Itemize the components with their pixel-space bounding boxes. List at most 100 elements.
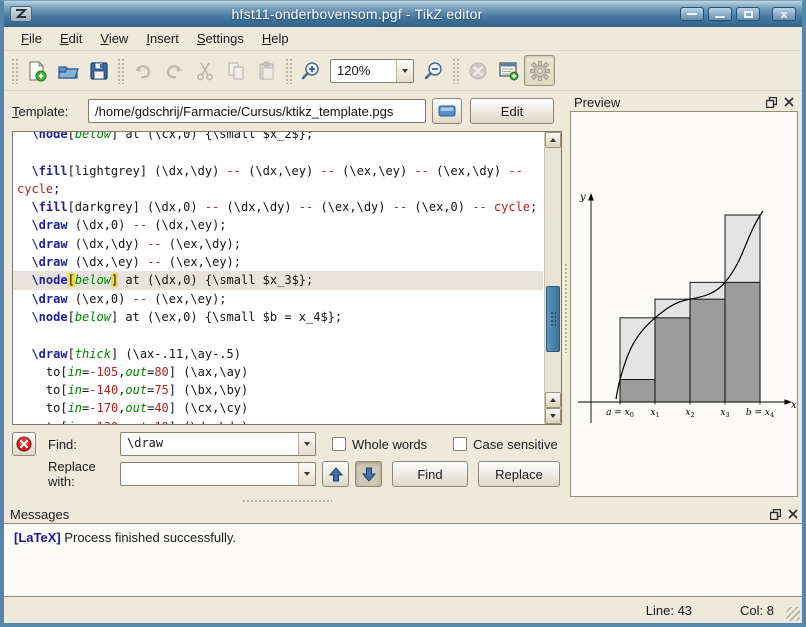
- messages-log: [LaTeX] Process finished successfully.: [4, 523, 802, 597]
- resize-grip[interactable]: [786, 607, 800, 621]
- code-line[interactable]: \draw (\dx,0) -- (\dx,\ey);: [13, 216, 543, 234]
- editor-scrollbar[interactable]: [544, 132, 561, 424]
- replace-button[interactable]: Replace: [478, 461, 560, 487]
- code-line[interactable]: \draw (\dx,\ey) -- (\ex,\ey);: [13, 253, 543, 271]
- code-line[interactable]: to[in=-170,out=40] (\cx,\cy): [13, 399, 543, 417]
- redo-button[interactable]: [158, 55, 189, 86]
- replace-value[interactable]: [121, 463, 298, 485]
- case-sensitive-option[interactable]: Case sensitive: [453, 437, 558, 452]
- main-toolbar: 120%: [4, 51, 802, 91]
- undo-button[interactable]: [127, 55, 158, 86]
- zoom-out-button[interactable]: [418, 55, 449, 86]
- status-bar: Line: 43 Col: 8: [4, 597, 802, 623]
- float-icon: [766, 97, 777, 108]
- code-line[interactable]: to[in=-140,out=75] (\bx,\by): [13, 381, 543, 399]
- code-line[interactable]: [13, 143, 543, 161]
- close-button[interactable]: x: [772, 7, 796, 21]
- code-line[interactable]: \draw[thick] (\ax-.11,\ay-.5): [13, 345, 543, 363]
- code-line[interactable]: \node[below] at (\ex,0) {\small $b = x_4…: [13, 308, 543, 326]
- template-label: Template:: [12, 104, 88, 119]
- messages-dock-header[interactable]: Messages: [4, 505, 802, 523]
- maximize-button[interactable]: [736, 7, 760, 21]
- whole-words-option[interactable]: Whole words: [332, 437, 427, 452]
- code-content[interactable]: \node[below] at (\cx,0) {\small $x_2$}; …: [13, 131, 543, 425]
- case-sensitive-checkbox[interactable]: [453, 437, 467, 451]
- menu-view[interactable]: View: [91, 28, 137, 49]
- code-line[interactable]: [13, 326, 543, 344]
- scroll-down-button[interactable]: [545, 408, 561, 424]
- build-preview-button[interactable]: [493, 55, 524, 86]
- title-bar[interactable]: hfst11-onderbovensom.pgf - TikZ editor x: [4, 1, 802, 27]
- scroll-up-button[interactable]: [545, 132, 561, 148]
- horizontal-splitter[interactable]: [4, 497, 802, 505]
- paste-icon: [256, 60, 278, 82]
- app-menu-icon[interactable]: [10, 6, 32, 22]
- zoom-combo-dropdown[interactable]: [396, 60, 413, 82]
- copy-button[interactable]: [220, 55, 251, 86]
- auto-build-gear-button[interactable]: [524, 55, 555, 86]
- menu-insert[interactable]: Insert: [137, 28, 188, 49]
- menu-file[interactable]: File: [12, 28, 51, 49]
- chevron-down-icon: [304, 442, 310, 446]
- find-next-button[interactable]: [355, 461, 382, 487]
- menu-edit[interactable]: Edit: [51, 28, 91, 49]
- find-combobox[interactable]: \draw: [120, 432, 316, 456]
- find-label: Find:: [48, 437, 120, 452]
- scrollbar-track[interactable]: [545, 148, 561, 392]
- folder-open-icon: [438, 104, 456, 118]
- code-line[interactable]: \node[below] at (\cx,0) {\small $x_2$};: [13, 131, 543, 143]
- find-previous-button[interactable]: [322, 461, 349, 487]
- find-button[interactable]: Find: [392, 461, 468, 487]
- paste-button[interactable]: [251, 55, 282, 86]
- zoom-in-button[interactable]: [295, 55, 326, 86]
- edit-template-button[interactable]: Edit: [470, 98, 554, 124]
- find-combo-dropdown[interactable]: [298, 433, 315, 455]
- shade-button[interactable]: [680, 7, 704, 21]
- toolbar-handle[interactable]: [11, 58, 18, 84]
- preview-dock-header[interactable]: Preview: [570, 93, 798, 111]
- close-red-icon: [16, 436, 32, 452]
- stop-process-button[interactable]: [462, 55, 493, 86]
- tikz-logo-icon: [14, 8, 28, 20]
- code-line[interactable]: \draw (\ex,0) -- (\ex,\ey);: [13, 290, 543, 308]
- minimize-button[interactable]: [708, 7, 732, 21]
- float-dock-button[interactable]: [764, 95, 778, 109]
- scrollbar-thumb[interactable]: [546, 286, 560, 352]
- float-icon: [770, 509, 781, 520]
- zoom-level-combobox[interactable]: 120%: [330, 59, 414, 83]
- browse-template-button[interactable]: [432, 98, 462, 124]
- template-path-input[interactable]: [88, 99, 426, 123]
- code-line[interactable]: \fill[darkgrey] (\dx,0) -- (\dx,\dy) -- …: [13, 198, 543, 216]
- window-title: hfst11-onderbovensom.pgf - TikZ editor: [38, 6, 676, 22]
- find-query[interactable]: \draw: [121, 433, 298, 455]
- replace-combo-dropdown[interactable]: [298, 463, 315, 485]
- menu-help[interactable]: Help: [253, 28, 298, 49]
- open-icon: [57, 60, 79, 82]
- whole-words-checkbox[interactable]: [332, 437, 346, 451]
- code-line[interactable]: to[in=-105,out=80] (\ax,\ay): [13, 363, 543, 381]
- messages-dock: Messages [LaTeX] Process finished succes…: [4, 505, 802, 597]
- code-line[interactable]: cycle;: [13, 180, 543, 198]
- menu-settings[interactable]: Settings: [188, 28, 253, 49]
- close-icon: x: [780, 9, 787, 20]
- close-dock-button[interactable]: [782, 95, 796, 109]
- message-text: Process finished successfully.: [61, 530, 236, 545]
- cut-button[interactable]: [189, 55, 220, 86]
- toolbar-separator: [452, 58, 459, 84]
- float-dock-button[interactable]: [768, 507, 782, 521]
- code-editor[interactable]: \node[below] at (\cx,0) {\small $x_2$}; …: [12, 131, 562, 425]
- replace-combobox[interactable]: [120, 462, 316, 486]
- scroll-up-button-bottom[interactable]: [545, 392, 561, 408]
- code-line[interactable]: \node[below] at (\dx,0) {\small $x_3$};: [13, 271, 543, 289]
- code-line[interactable]: \fill[lightgrey] (\dx,\dy) -- (\dx,\ey) …: [13, 162, 543, 180]
- vertical-splitter[interactable]: [562, 93, 570, 497]
- close-dock-button[interactable]: [786, 507, 800, 521]
- code-line[interactable]: to[in=-130,out=10] (\dx,\dy): [13, 418, 543, 425]
- new-file-button[interactable]: [21, 55, 52, 86]
- zoom-level-value[interactable]: 120%: [331, 60, 396, 82]
- close-findbar-button[interactable]: [12, 432, 36, 456]
- open-file-button[interactable]: [52, 55, 83, 86]
- arrow-up-icon: [329, 467, 343, 482]
- code-line[interactable]: \draw (\dx,\dy) -- (\ex,\dy);: [13, 235, 543, 253]
- save-button[interactable]: [83, 55, 114, 86]
